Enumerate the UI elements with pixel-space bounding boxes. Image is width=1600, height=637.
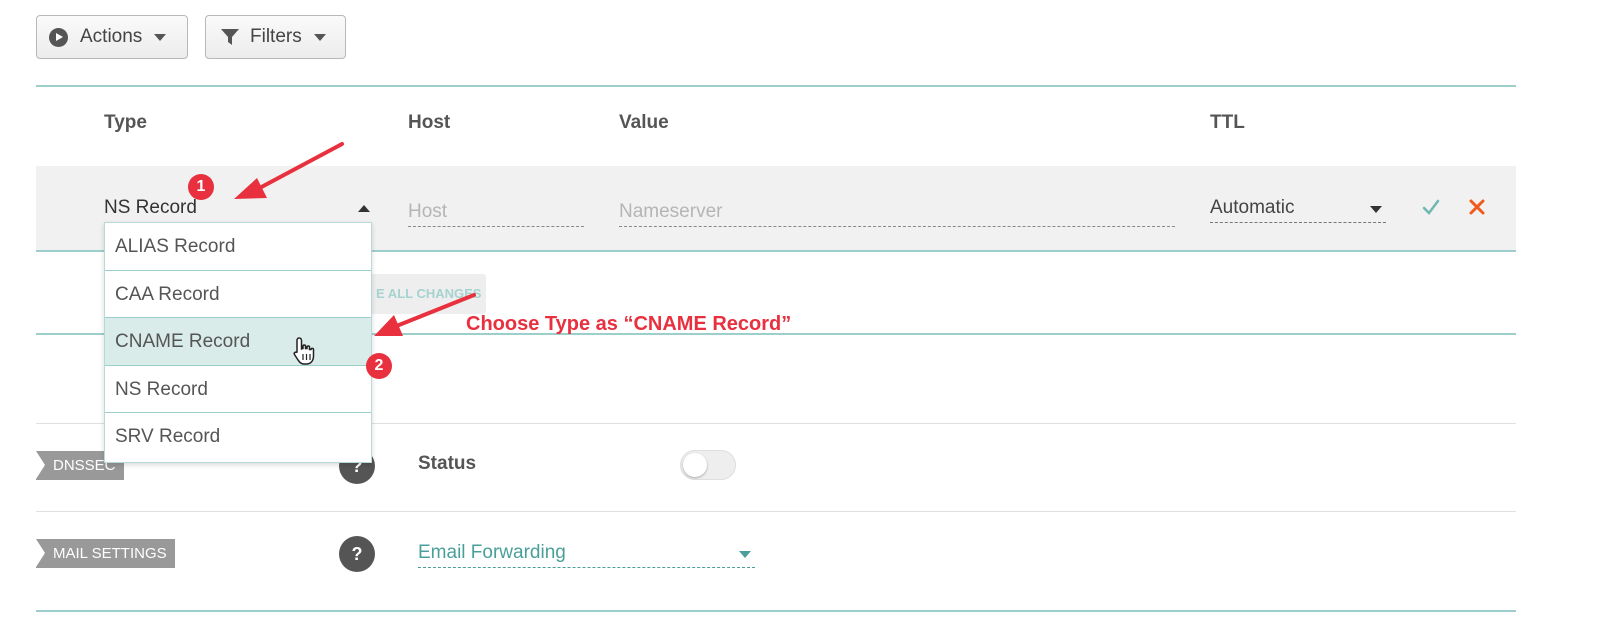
arrow-icon bbox=[234, 142, 344, 199]
arrow-icon bbox=[374, 293, 476, 336]
annotation-arrows bbox=[234, 142, 476, 336]
instruction-annotation: Choose Type as “CNAME Record” bbox=[466, 313, 792, 335]
step-1-badge: 1 bbox=[188, 174, 214, 200]
step-2-badge: 2 bbox=[366, 353, 392, 379]
